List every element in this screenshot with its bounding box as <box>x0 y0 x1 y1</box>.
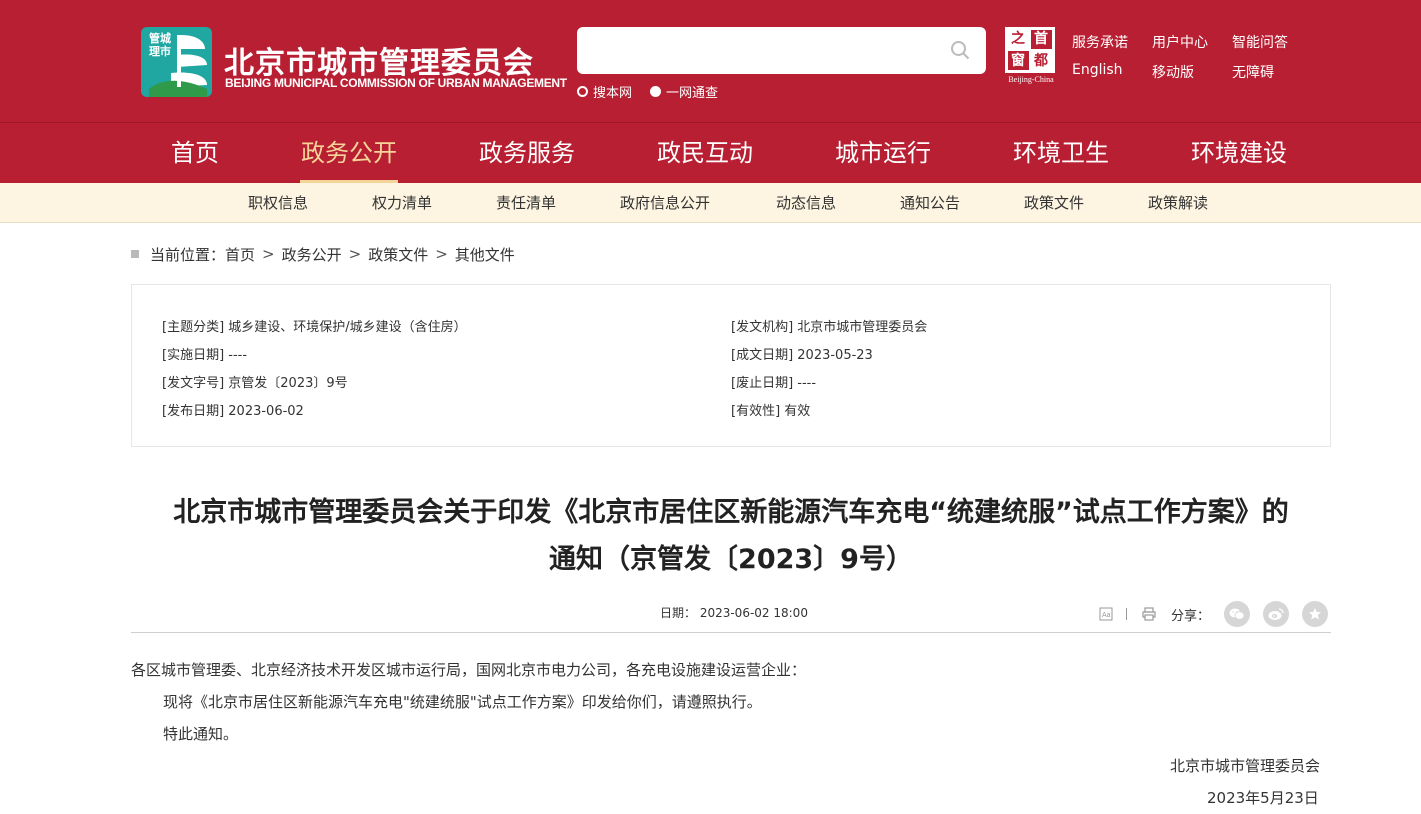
meta-written-date: [成文日期] 2023-05-23 <box>731 348 873 363</box>
search-scope-all[interactable]: 一网通查 <box>650 82 719 101</box>
breadcrumb-government-affairs-open[interactable]: 政务公开 <box>282 244 342 265</box>
subnav-responsibility-list[interactable]: 责任清单 <box>496 183 556 223</box>
nav-public-interaction[interactable]: 政民互动 <box>657 123 753 184</box>
search-scope-site-label: 搜本网 <box>593 85 633 101</box>
search-scope-all-label: 一网通查 <box>666 85 719 101</box>
document-metadata: [主题分类] 城乡建设、环境保护/城乡建设（含住房） [发文机构] 北京市城市管… <box>131 284 1331 447</box>
svg-text:Aa: Aa <box>1102 612 1111 619</box>
subnav-notices[interactable]: 通知公告 <box>900 183 960 223</box>
document-title-line-2: 通知（京管发〔2023〕9号） <box>549 544 913 575</box>
capital-window-logo[interactable]: 之 首 窗 都 Beijing-China <box>1005 27 1055 84</box>
font-size-icon[interactable]: Aa <box>1098 606 1114 622</box>
site-logo[interactable]: 管城理市 <box>141 27 212 97</box>
capital-logo-char-1: 之 <box>1011 31 1025 47</box>
meta-subject: [主题分类] 城乡建设、环境保护/城乡建设（含住房） <box>162 320 467 335</box>
breadcrumb-policy-documents[interactable]: 政策文件 <box>368 244 428 265</box>
breadcrumb-marker-icon <box>131 250 139 258</box>
article-salutation: 各区城市管理委、北京经济技术开发区城市运行局，国网北京市电力公司，各充电设施建设… <box>131 661 807 679</box>
article-paragraph-1: 现将《北京市居住区新能源汽车充电"统建统服"试点工作方案》印发给你们，请遵照执行… <box>163 693 762 711</box>
subnav-gov-info-disclosure[interactable]: 政府信息公开 <box>620 183 710 223</box>
subnav-news[interactable]: 动态信息 <box>776 183 836 223</box>
nav-home[interactable]: 首页 <box>171 123 219 184</box>
nav-government-services[interactable]: 政务服务 <box>479 123 575 184</box>
meta-issuer: [发文机构] 北京市城市管理委员会 <box>731 320 928 335</box>
link-english[interactable]: English <box>1072 62 1123 78</box>
link-user-center[interactable]: 用户中心 <box>1152 32 1208 52</box>
subnav-power-list[interactable]: 权力清单 <box>372 183 432 223</box>
share-label: 分享： <box>1171 608 1211 624</box>
site-name-english: BEIJING MUNICIPAL COMMISSION OF URBAN MA… <box>225 76 567 90</box>
print-icon[interactable] <box>1141 606 1157 622</box>
article-sign-date: 2023年5月23日 <box>1207 789 1319 807</box>
logo-graphic <box>149 35 207 97</box>
nav-city-operation[interactable]: 城市运行 <box>835 123 931 184</box>
meta-publish-date: [发布日期] 2023-06-02 <box>162 404 304 419</box>
link-service-commitment[interactable]: 服务承诺 <box>1072 32 1128 52</box>
breadcrumb-separator: > <box>348 245 362 263</box>
capital-logo-char-3: 窗 <box>1011 53 1025 69</box>
article-tools: Aa 分享： <box>1098 600 1329 628</box>
capital-logo-caption: Beijing-China <box>1008 75 1054 84</box>
article-signature: 北京市城市管理委员会 <box>1170 757 1321 775</box>
search-icon[interactable] <box>950 40 970 60</box>
meta-repeal-date: [废止日期] ---- <box>731 376 817 391</box>
subnav-policy-interpretation[interactable]: 政策解读 <box>1148 183 1208 223</box>
weibo-icon[interactable] <box>1263 601 1290 627</box>
link-smart-qa[interactable]: 智能问答 <box>1232 32 1288 52</box>
article-paragraph-2: 特此通知。 <box>163 725 239 743</box>
tool-divider <box>1126 608 1127 620</box>
nav-government-affairs-open[interactable]: 政务公开 <box>301 123 397 184</box>
title-divider <box>131 632 1331 633</box>
nav-environmental-sanitation[interactable]: 环境卫生 <box>1013 123 1109 184</box>
document-title-line-1: 北京市城市管理委员会关于印发《北京市居住区新能源汽车充电“统建统服”试点工作方案… <box>173 497 1289 528</box>
breadcrumb-separator: > <box>262 245 275 263</box>
breadcrumb-home[interactable]: 首页 <box>225 244 255 265</box>
capital-logo-char-4: 都 <box>1034 53 1048 69</box>
radio-unselected-icon <box>650 85 661 97</box>
breadcrumb-separator: > <box>435 245 448 263</box>
favorite-star-icon[interactable] <box>1302 601 1329 627</box>
breadcrumb-label: 当前位置： <box>150 245 226 264</box>
sub-nav: 职权信息 权力清单 责任清单 政府信息公开 动态信息 通知公告 政策文件 政策解… <box>0 183 1421 223</box>
link-accessibility[interactable]: 无障碍 <box>1232 62 1274 82</box>
document-title: 北京市城市管理委员会关于印发《北京市居住区新能源汽车充电“统建统服”试点工作方案… <box>131 494 1331 579</box>
breadcrumb-other-documents[interactable]: 其他文件 <box>455 244 515 265</box>
main-nav: 首页 政务公开 政务服务 政民互动 城市运行 环境卫生 环境建设 <box>0 122 1421 183</box>
site-header: 管城理市 北京市城市管理委员会 BEIJING MUNICIPAL COMMIS… <box>0 0 1421 122</box>
search-scope-site[interactable]: 搜本网 <box>577 82 633 101</box>
publish-datetime: 日期： 2023-06-02 18:00 <box>660 606 808 620</box>
nav-environmental-construction[interactable]: 环境建设 <box>1191 123 1287 184</box>
breadcrumb: 当前位置： 首页 > 政务公开 > 政策文件 > 其他文件 <box>131 243 515 265</box>
search-box <box>577 27 986 74</box>
subnav-policy-documents[interactable]: 政策文件 <box>1024 183 1084 223</box>
capital-logo-frame: 之 首 窗 都 <box>1005 27 1055 73</box>
search-input[interactable] <box>591 37 931 63</box>
capital-logo-char-2: 首 <box>1034 31 1048 47</box>
meta-effective-date: [实施日期] ---- <box>162 348 248 363</box>
subnav-authority-info[interactable]: 职权信息 <box>248 183 308 223</box>
meta-validity: [有效性] 有效 <box>731 404 811 419</box>
radio-selected-icon <box>577 85 588 97</box>
wechat-icon[interactable] <box>1224 601 1251 627</box>
link-mobile[interactable]: 移动版 <box>1152 62 1194 82</box>
meta-doc-number: [发文字号] 京管发〔2023〕9号 <box>162 376 348 391</box>
